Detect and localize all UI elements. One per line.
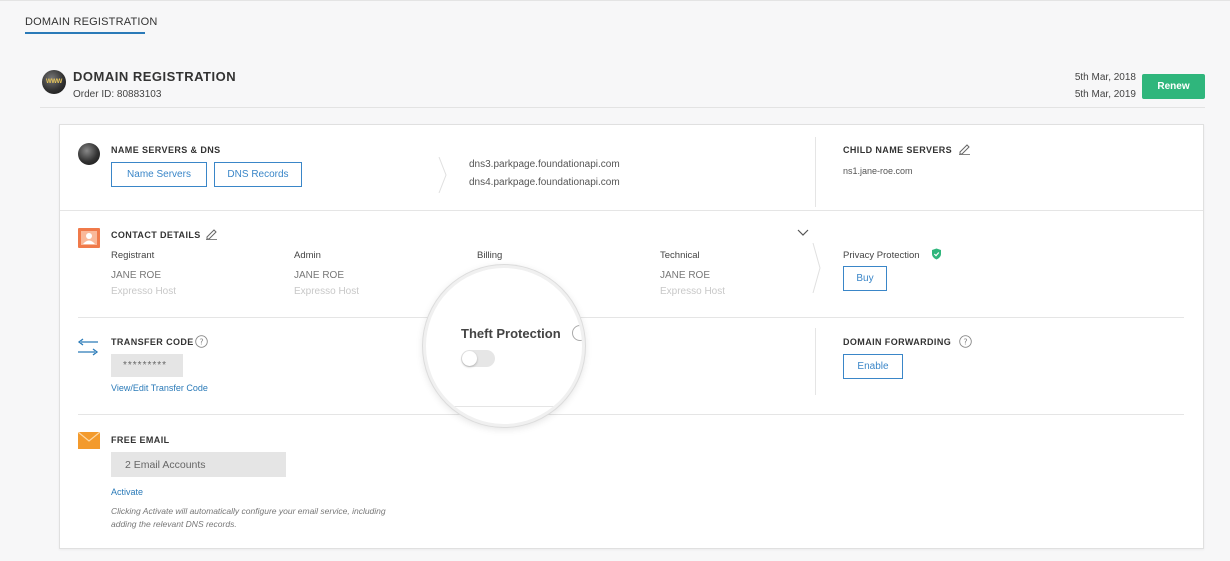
help-icon[interactable] bbox=[572, 325, 582, 341]
order-header: WWW DOMAIN REGISTRATION Order ID: 808831… bbox=[40, 64, 1205, 108]
contact-label-registrant: Registrant bbox=[111, 250, 155, 261]
start-date: 5th Mar, 2018 bbox=[1074, 72, 1136, 83]
view-edit-transfer-code-link[interactable]: View/Edit Transfer Code bbox=[111, 383, 208, 393]
contact-name-technical: JANE ROE bbox=[660, 270, 711, 281]
tab-domain-registration[interactable]: DOMAIN REGISTRATION bbox=[25, 16, 158, 28]
section-divider bbox=[446, 406, 566, 407]
section-vertical-divider bbox=[815, 328, 816, 395]
transfer-arrows-icon bbox=[77, 338, 99, 356]
svg-text:?: ? bbox=[963, 338, 967, 347]
chevron-divider-icon bbox=[438, 157, 447, 193]
name-server-1: dns3.parkpage.foundationapi.com bbox=[469, 159, 620, 170]
edit-pencil-icon[interactable] bbox=[205, 227, 218, 240]
email-note-line-1: Clicking Activate will automatically con… bbox=[111, 506, 386, 516]
contact-label-billing: Billing bbox=[477, 250, 503, 261]
active-tab-indicator bbox=[25, 32, 145, 34]
name-servers-button[interactable]: Name Servers bbox=[111, 162, 207, 187]
theft-protection-label: Theft Protection bbox=[461, 326, 561, 341]
free-email-title: FREE EMAIL bbox=[111, 435, 170, 445]
name-servers-title: NAME SERVERS & DNS bbox=[111, 145, 221, 155]
help-icon[interactable]: ? bbox=[959, 335, 972, 348]
contact-details-title: CONTACT DETAILS bbox=[111, 230, 201, 240]
section-divider bbox=[60, 210, 1203, 211]
child-name-servers-title: CHILD NAME SERVERS bbox=[843, 145, 953, 155]
chevron-down-icon[interactable] bbox=[797, 229, 809, 237]
domain-forwarding-enable-button[interactable]: Enable bbox=[843, 354, 903, 379]
shield-icon bbox=[932, 248, 941, 260]
chevron-divider-icon bbox=[812, 243, 821, 293]
order-title: DOMAIN REGISTRATION bbox=[73, 69, 237, 84]
privacy-protection-label: Privacy Protection bbox=[843, 250, 920, 261]
contact-card-icon bbox=[78, 228, 100, 248]
envelope-icon bbox=[78, 432, 100, 449]
svg-text:?: ? bbox=[199, 338, 203, 347]
order-details-card: NAME SERVERS & DNS Name Servers DNS Reco… bbox=[59, 124, 1204, 549]
dns-records-button[interactable]: DNS Records bbox=[214, 162, 302, 187]
name-servers-globe-icon bbox=[78, 143, 100, 165]
toggle-knob bbox=[462, 351, 477, 366]
child-name-server-value: ns1.jane-roe.com bbox=[843, 166, 913, 176]
edit-pencil-icon[interactable] bbox=[958, 142, 971, 155]
www-globe-icon: WWW bbox=[42, 70, 66, 94]
transfer-code-title: TRANSFER CODE bbox=[111, 337, 194, 347]
contact-org-admin: Expresso Host bbox=[294, 286, 360, 297]
theft-protection-magnifier: Theft Protection bbox=[423, 265, 585, 427]
expiry-date: 5th Mar, 2019 bbox=[1074, 89, 1136, 100]
contact-name-admin: JANE ROE bbox=[294, 270, 345, 281]
help-icon[interactable]: ? bbox=[195, 335, 208, 348]
name-server-2: dns4.parkpage.foundationapi.com bbox=[469, 177, 620, 188]
privacy-buy-button[interactable]: Buy bbox=[843, 266, 887, 291]
section-divider bbox=[78, 317, 1184, 318]
contact-org-registrant: Expresso Host bbox=[111, 286, 177, 297]
email-note-line-2: adding the relevant DNS records. bbox=[111, 519, 237, 529]
email-accounts-count: 2 Email Accounts bbox=[111, 452, 286, 477]
domain-forwarding-title: DOMAIN FORWARDING bbox=[843, 337, 952, 347]
activate-email-link[interactable]: Activate bbox=[111, 487, 143, 497]
renew-button[interactable]: Renew bbox=[1142, 74, 1205, 99]
top-divider bbox=[0, 0, 1230, 1]
section-vertical-divider bbox=[815, 137, 816, 207]
contact-name-registrant: JANE ROE bbox=[111, 270, 162, 281]
theft-protection-toggle[interactable] bbox=[461, 350, 495, 367]
section-divider bbox=[78, 414, 1184, 415]
transfer-code-masked: ********* bbox=[111, 354, 183, 377]
order-id: Order ID: 80883103 bbox=[73, 89, 162, 100]
contact-label-admin: Admin bbox=[294, 250, 321, 261]
contact-label-technical: Technical bbox=[660, 250, 700, 261]
contact-org-technical: Expresso Host bbox=[660, 286, 726, 297]
www-icon-text: WWW bbox=[45, 79, 63, 85]
